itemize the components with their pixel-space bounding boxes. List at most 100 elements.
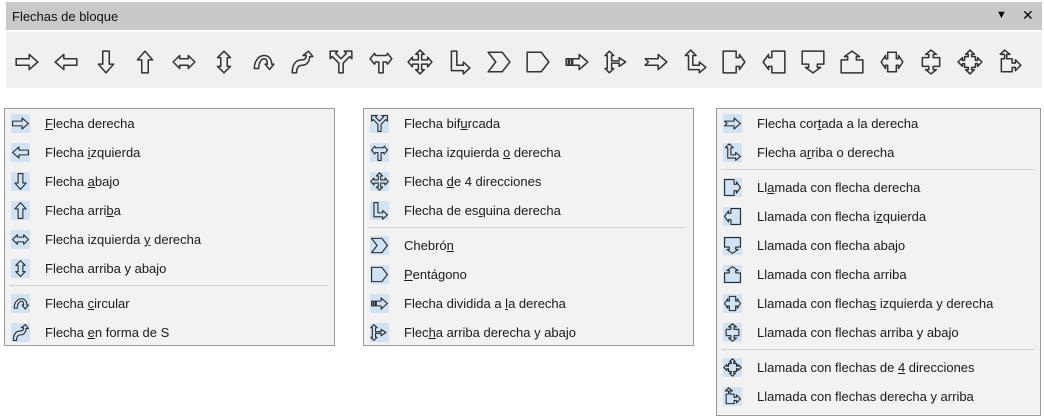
label-text: Flecha arri [45,203,107,218]
close-icon[interactable]: ✕ [1022,7,1034,24]
menu-item-up-down-arrow-callout[interactable]: Llamada con flechas arriba y abajo [717,318,1040,347]
s-shaped-arrow-icon[interactable] [289,49,315,75]
block-arrows-toolbar: Flechas de bloque ▼ ✕ [2,2,1042,88]
menu-item-up-down-arrow[interactable]: Flecha arriba y abajo [5,254,334,283]
corner-right-arrow-icon[interactable] [446,49,472,75]
menu-item-s-shaped-arrow[interactable]: Flecha en forma de S [5,318,334,347]
circular-arrow-icon[interactable] [250,49,276,75]
down-arrow-callout-icon [723,236,742,255]
menu-item-label: Flecha arriba [45,203,121,218]
menu-item-up-right-down-arrow[interactable]: Flecha arriba derecha y abajo [364,318,693,347]
left-arrow-callout-icon [723,207,742,226]
pentagon-icon[interactable] [525,49,551,75]
menu-separator [368,227,687,228]
up-right-down-arrow-icon[interactable] [603,49,630,75]
up-right-down-arrow-icon [370,323,389,342]
notched-right-arrow-icon[interactable] [643,49,669,75]
menu-item-pentagon[interactable]: Pentágono [364,260,693,289]
menu-item-label: Flecha de 4 direcciones [404,174,541,189]
label-text: Llamada con flecha [757,296,870,311]
menu-item-left-right-arrow[interactable]: Flecha izquierda y derecha [5,225,334,254]
menu-item-four-way-arrow-callout[interactable]: Llamada con flechas de 4 direcciones [717,353,1040,382]
menu-item-corner-right-arrow[interactable]: Flecha de esquina derecha [364,196,693,225]
menu-item-label: Flecha arriba derecha y abajo [404,325,576,340]
label-text: Flecha izquierda [404,145,503,160]
striped-right-arrow-icon [370,294,389,313]
right-arrow-icon [11,114,30,133]
up-arrow-icon[interactable] [132,49,158,75]
menu-item-label: Flecha circular [45,296,130,311]
left-right-arrow-callout-icon[interactable] [879,49,905,75]
down-arrow-callout-icon[interactable] [800,49,826,75]
right-arrow-callout-icon [723,178,742,197]
menu-item-up-arrow-callout[interactable]: Llamada con flecha arriba [717,260,1040,289]
left-right-arrow-icon[interactable] [171,49,197,75]
pentagon-icon [370,265,389,284]
menu-item-striped-right-arrow[interactable]: Flecha dividida a la derecha [364,289,693,318]
menu-item-left-or-right-arrow[interactable]: Flecha izquierda o derecha [364,138,693,167]
menu-item-right-arrow-callout[interactable]: Llamada con flecha derecha [717,173,1040,202]
label-text: derecha [510,145,561,160]
menu-item-left-right-arrow-callout[interactable]: Llamada con flechas izquierda y derecha [717,289,1040,318]
up-right-arrow-callout-icon[interactable] [997,49,1023,75]
toolbar-title-bar[interactable]: Flechas de bloque ▼ ✕ [6,2,1042,30]
left-or-right-arrow-icon[interactable] [368,49,394,75]
accelerator-key: P [404,267,413,282]
menu-item-down-arrow[interactable]: Flecha abajo [5,167,334,196]
up-down-arrow-callout-icon[interactable] [918,49,944,75]
menu-separator [721,169,1034,170]
down-arrow-icon [11,172,30,191]
down-arrow-icon[interactable] [93,49,119,75]
toolbar-icons [6,32,1042,88]
label-text: ada a la derecha [821,116,919,131]
label-text: entágono [412,267,467,282]
left-arrow-icon[interactable] [53,49,79,75]
menu-item-left-arrow[interactable]: Flecha izquierda [5,138,334,167]
menu-item-circular-arrow[interactable]: Flecha circular [5,289,334,318]
label-text: mada con flecha derecha [774,180,921,195]
label-text: bajo [94,174,120,189]
notched-right-arrow-icon [723,114,742,133]
label-text: uina derecha [485,203,561,218]
up-right-arrow-icon[interactable] [682,49,708,75]
label-text: ircular [94,296,130,311]
label-text: Llamada con flecha i [757,209,877,224]
menu-separator [9,285,328,286]
label-text: Ll [757,180,768,195]
striped-right-arrow-icon[interactable] [564,49,590,75]
right-arrow-icon[interactable] [14,49,40,75]
menu-item-up-right-arrow-callout[interactable]: Llamada con flechas derecha y arriba [717,382,1040,411]
menu-item-notched-right-arrow[interactable]: Flecha cortada a la derecha [717,109,1040,138]
accelerator-key: d [446,174,454,189]
menu-item-four-way-arrow[interactable]: Flecha de 4 direcciones [364,167,693,196]
up-right-arrow-callout-icon [723,387,742,406]
menu-item-label: Flecha arriba y abajo [45,261,166,276]
split-arrow-icon [370,114,389,133]
toolbar-menu-icon[interactable]: ▼ [996,9,1007,21]
menu-item-up-arrow[interactable]: Flecha arriba [5,196,334,225]
menu-item-split-arrow[interactable]: Flecha bifurcada [364,109,693,138]
left-arrow-callout-icon[interactable] [761,49,787,75]
menu-item-down-arrow-callout[interactable]: Llamada con flecha abajo [717,231,1040,260]
menu-item-label: Flecha derecha [45,116,135,131]
four-way-arrow-callout-icon[interactable] [957,49,983,75]
menu-item-chevron[interactable]: Chebrón [364,231,693,260]
label-text: izquierda y derecha [876,296,994,311]
menu-item-right-arrow[interactable]: Flecha derecha [5,109,334,138]
right-arrow-callout-icon[interactable] [721,49,747,75]
chevron-icon[interactable] [486,49,512,75]
four-way-arrow-icon[interactable] [407,49,433,75]
split-arrow-icon[interactable] [328,49,354,75]
corner-right-arrow-icon [370,201,389,220]
label-text: Flecha [45,325,88,340]
label-text: Flec [404,325,429,340]
up-down-arrow-icon[interactable] [211,49,237,75]
label-text: Flecha de es [404,203,479,218]
menu-item-left-arrow-callout[interactable]: Llamada con flecha izquierda [717,202,1040,231]
accelerator-key: n [446,238,454,253]
menu-item-up-right-arrow[interactable]: Flecha arriba o derecha [717,138,1040,167]
label-text: Flecha izquierda [45,232,144,247]
up-arrow-callout-icon[interactable] [839,49,865,75]
label-text: a arriba derecha y abajo [435,325,576,340]
label-text: Llamada con flecha abajo [757,238,906,253]
